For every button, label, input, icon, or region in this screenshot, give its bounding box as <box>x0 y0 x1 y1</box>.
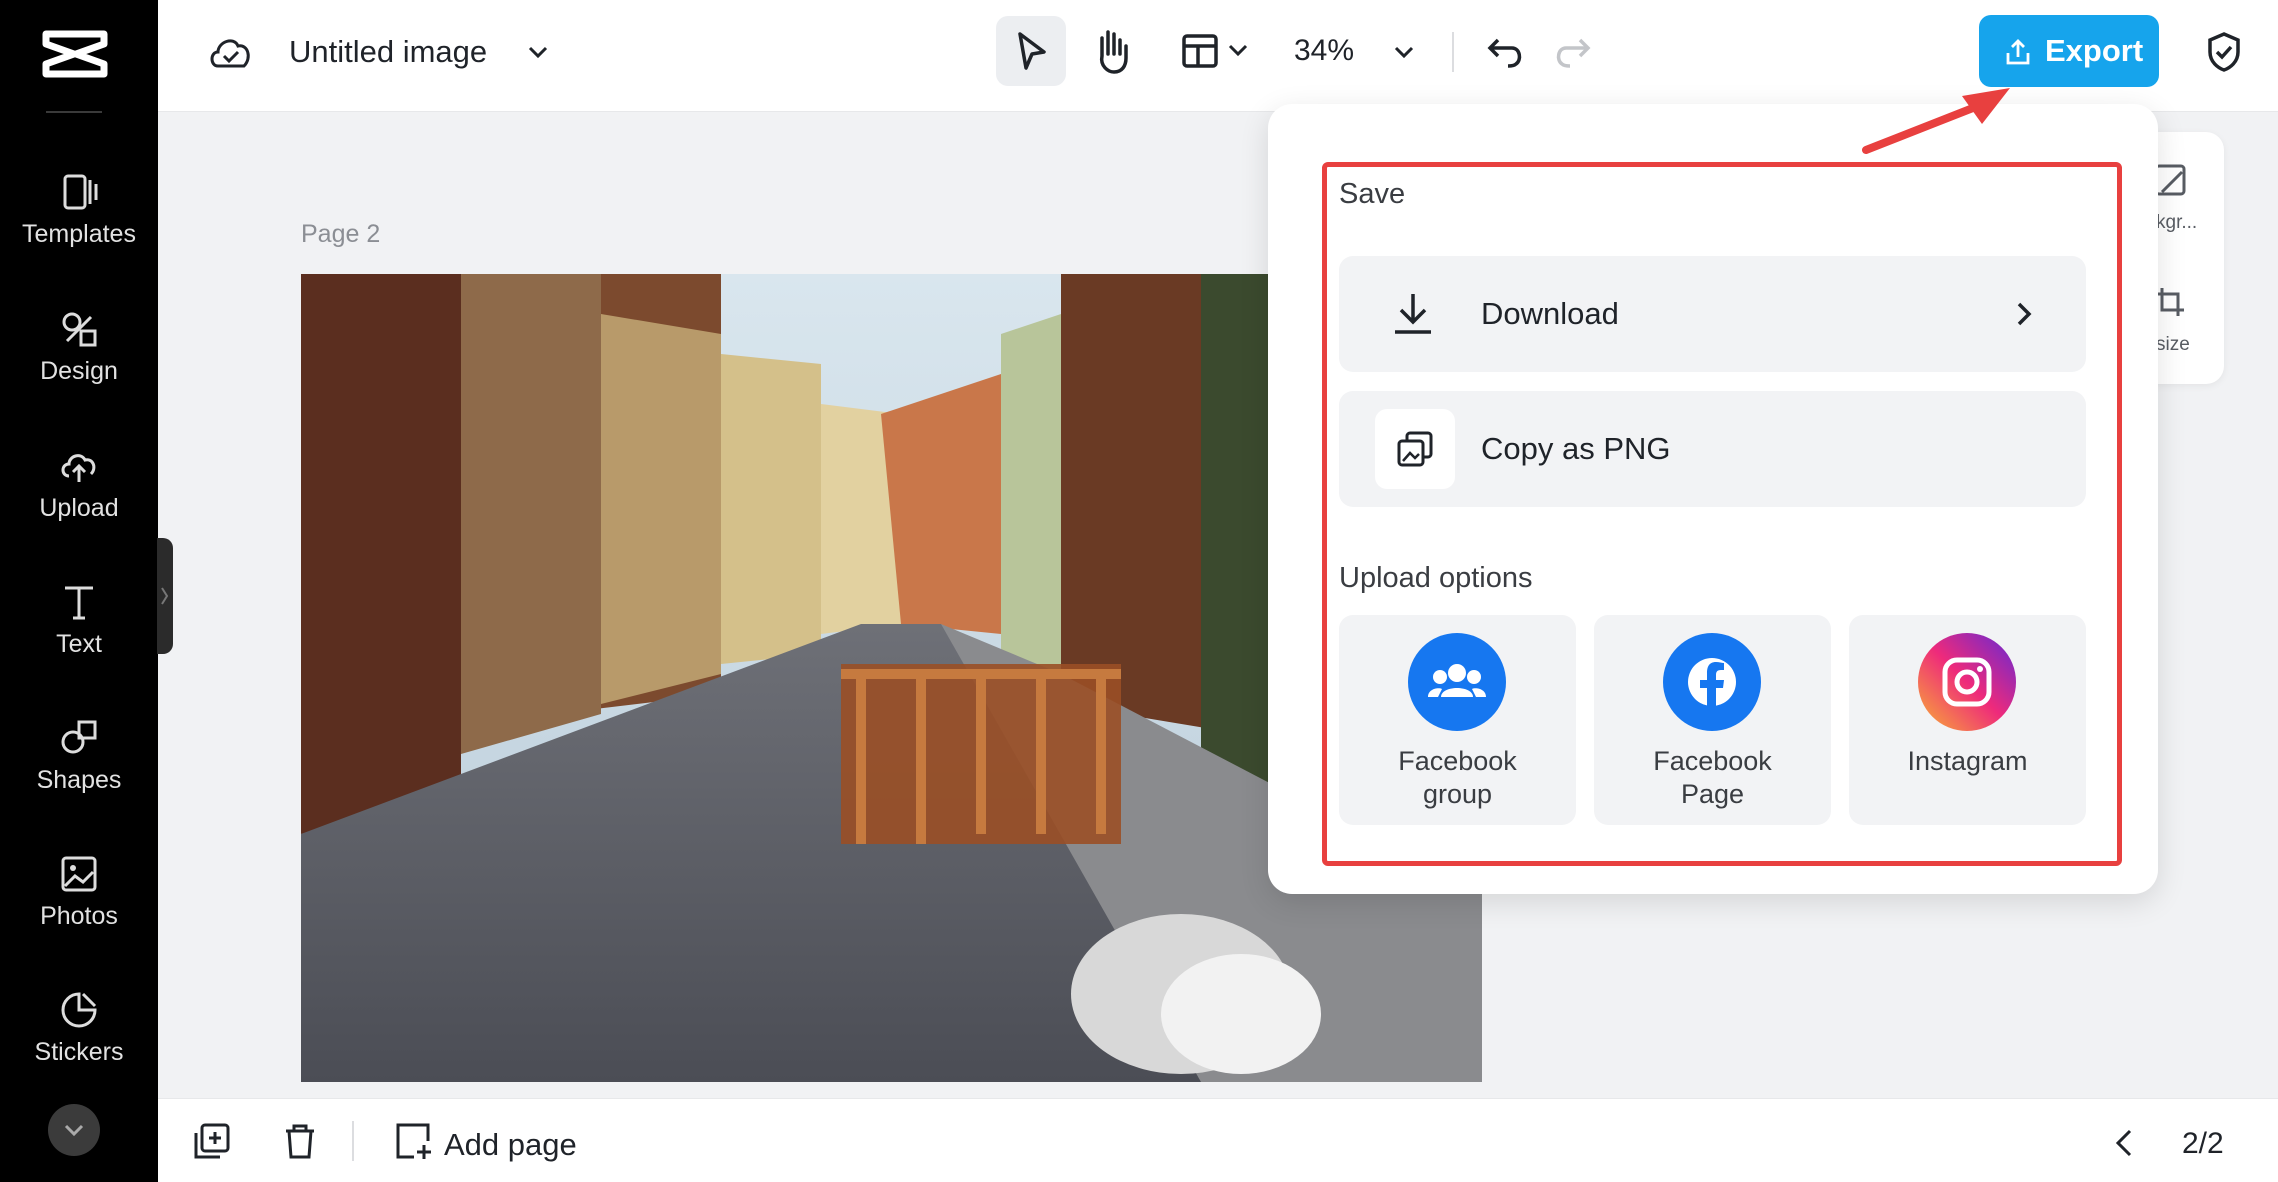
add-page-label: Add page <box>444 1127 577 1162</box>
left-sidebar: Templates Design Upload Text Shapes Phot… <box>0 0 158 1182</box>
annotation-arrow-icon <box>1862 88 2010 154</box>
hand-icon <box>1099 30 1128 74</box>
stickers-icon <box>61 992 97 1028</box>
chevron-down-icon[interactable] <box>1390 38 1418 66</box>
chevron-down-icon <box>64 1124 84 1137</box>
page-counter: 2/2 <box>2182 1127 2224 1160</box>
bottom-divider <box>352 1121 354 1161</box>
export-upload-icon <box>2006 39 2030 65</box>
select-tool-button[interactable] <box>996 16 1066 86</box>
cloud-sync-icon[interactable] <box>208 32 254 72</box>
pointer-icon <box>1018 32 1046 70</box>
sidebar-item-photos[interactable]: Photos <box>0 852 158 962</box>
add-page-button[interactable]: Add page <box>392 1117 712 1167</box>
instagram-icon <box>1918 633 2016 731</box>
sidebar-collapse-handle[interactable] <box>157 538 173 654</box>
undo-icon[interactable] <box>1484 30 1528 74</box>
copy-icon-tile <box>1375 409 1455 489</box>
sidebar-item-label: Design <box>40 357 118 385</box>
facebook-page-option[interactable]: Facebook Page <box>1594 615 1831 825</box>
facebook-icon <box>1663 633 1761 731</box>
facebook-page-label: Facebook Page <box>1653 746 1772 809</box>
photos-icon <box>61 856 97 892</box>
text-icon <box>65 586 93 620</box>
document-title[interactable]: Untitled image <box>289 34 487 70</box>
copy-as-png-label: Copy as PNG <box>1481 431 1671 466</box>
sidebar-item-templates[interactable]: Templates <box>0 170 158 280</box>
resize-label[interactable]: size <box>2156 334 2190 356</box>
download-option[interactable]: Download <box>1339 256 2086 372</box>
instagram-option[interactable]: Instagram <box>1849 615 2086 825</box>
add-page-icon <box>396 1123 431 1159</box>
sidebar-item-label: Upload <box>39 494 119 522</box>
export-label: Export <box>2045 33 2144 68</box>
bottom-toolbar: Add page 2/2 <box>158 1098 2278 1182</box>
download-icon <box>1395 294 1431 334</box>
redo-icon[interactable] <box>1550 30 1594 74</box>
sidebar-divider <box>46 111 102 113</box>
capcut-logo-icon[interactable] <box>40 24 110 84</box>
layout-icon <box>1182 34 1248 68</box>
zoom-level[interactable]: 34% <box>1294 34 1354 68</box>
facebook-group-icon <box>1408 633 1506 731</box>
instagram-label: Instagram <box>1907 746 2028 776</box>
sidebar-item-label: Shapes <box>36 766 122 794</box>
sidebar-item-label: Templates <box>22 220 136 248</box>
sidebar-item-stickers[interactable]: Stickers <box>0 988 158 1098</box>
sidebar-item-label: Stickers <box>34 1038 124 1066</box>
sidebar-item-shapes[interactable]: Shapes <box>0 716 158 826</box>
hand-tool-button[interactable] <box>1078 16 1148 86</box>
templates-icon <box>63 174 98 210</box>
copy-image-icon <box>1397 431 1433 467</box>
save-section-title: Save <box>1339 178 1406 210</box>
upload-options-title: Upload options <box>1339 562 1533 594</box>
chevron-down-icon[interactable] <box>524 38 552 66</box>
shield-icon[interactable] <box>2204 30 2244 74</box>
sidebar-item-label: Text <box>56 630 102 658</box>
chevron-left-icon[interactable] <box>2108 1125 2144 1161</box>
layout-menu-button[interactable] <box>1168 16 1268 86</box>
export-button[interactable]: Export <box>1979 15 2159 87</box>
download-label: Download <box>1481 296 1619 331</box>
upload-cloud-icon <box>61 454 96 482</box>
facebook-group-label: Facebook group <box>1398 746 1517 809</box>
design-icon <box>62 312 97 347</box>
chevron-right-icon <box>161 587 169 605</box>
toolbar-divider <box>1452 32 1454 72</box>
sidebar-item-upload[interactable]: Upload <box>0 444 158 554</box>
chevron-right-icon <box>2017 302 2032 326</box>
sidebar-item-text[interactable]: Text <box>0 580 158 690</box>
sidebar-item-label: Photos <box>40 902 118 930</box>
sidebar-expand-button[interactable] <box>48 1104 100 1156</box>
background-label[interactable]: kgr... <box>2156 212 2197 234</box>
facebook-group-option[interactable]: Facebook group <box>1339 615 1576 825</box>
shapes-icon <box>61 720 97 754</box>
page-label: Page 2 <box>301 220 381 248</box>
duplicate-page-icon[interactable] <box>192 1121 232 1161</box>
copy-as-png-option[interactable]: Copy as PNG <box>1339 391 2086 507</box>
sidebar-item-design[interactable]: Design <box>0 307 158 417</box>
trash-icon[interactable] <box>280 1121 320 1161</box>
